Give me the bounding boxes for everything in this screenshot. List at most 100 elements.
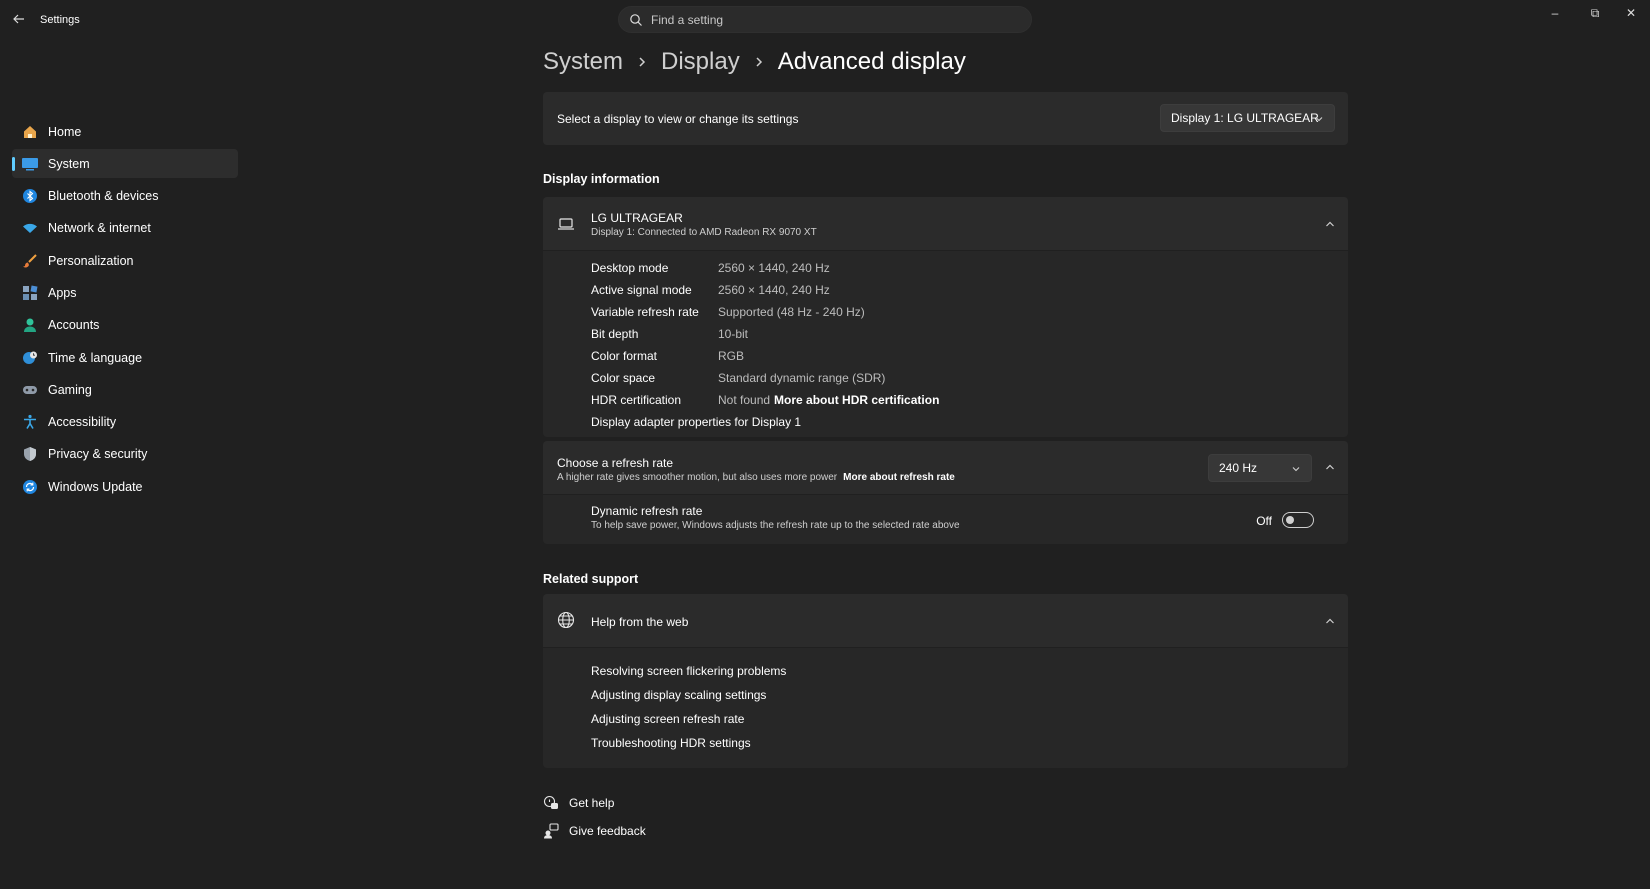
feedback-icon — [544, 823, 559, 839]
info-key: Variable refresh rate — [591, 305, 699, 319]
get-help-link[interactable]: Get help — [543, 795, 614, 811]
give-feedback-link[interactable]: Give feedback — [543, 823, 646, 839]
search-box[interactable] — [618, 6, 1032, 33]
dynamic-refresh-description: To help save power, Windows adjusts the … — [591, 520, 960, 531]
breadcrumb-system[interactable]: System — [543, 48, 623, 76]
info-key: Color space — [591, 371, 656, 385]
update-icon — [21, 478, 39, 496]
sidebar-item-label: Windows Update — [48, 479, 143, 494]
search-input[interactable] — [651, 11, 1021, 29]
help-link[interactable]: Adjusting display scaling settings — [591, 688, 766, 702]
adapter-properties-link[interactable]: Display adapter properties for Display 1 — [591, 415, 801, 429]
refresh-rate-description: A higher rate gives smoother motion, but… — [557, 472, 955, 483]
help-links: Resolving screen flickering problems Adj… — [543, 648, 1348, 768]
dynamic-refresh-row: Dynamic refresh rate To help save power,… — [543, 495, 1348, 544]
sidebar-item-label: Bluetooth & devices — [48, 189, 159, 204]
info-value: Not found — [718, 393, 771, 407]
monitor-connection: Display 1: Connected to AMD Radeon RX 90… — [591, 227, 817, 238]
info-key: Desktop mode — [591, 261, 669, 275]
sidebar-item-accessibility[interactable]: Accessibility — [12, 408, 238, 437]
back-button[interactable] — [10, 10, 28, 28]
refresh-rate-sub: A higher rate gives smoother motion, but… — [557, 472, 838, 483]
apps-icon — [21, 284, 39, 302]
brush-icon — [21, 252, 39, 270]
give-feedback-label: Give feedback — [569, 824, 646, 838]
person-icon — [21, 316, 39, 334]
info-value: 2560 × 1440, 240 Hz — [718, 261, 830, 275]
sidebar-item-label: Home — [48, 124, 82, 139]
breadcrumb-display[interactable]: Display — [661, 48, 740, 76]
laptop-icon — [558, 218, 574, 230]
dynamic-refresh-title: Dynamic refresh rate — [591, 504, 703, 518]
accessibility-icon — [21, 413, 39, 431]
refresh-rate-value: 240 Hz — [1219, 461, 1258, 475]
toggle-state-label: Off — [1256, 514, 1272, 528]
sidebar-item-personalization[interactable]: Personalization — [12, 246, 238, 275]
display-dropdown[interactable]: Display 1: LG ULTRAGEAR — [1160, 104, 1335, 132]
sidebar-item-network[interactable]: Network & internet — [12, 214, 238, 243]
chevron-up-icon[interactable] — [1324, 615, 1336, 627]
help-from-web-title: Help from the web — [591, 615, 689, 629]
info-key: Color format — [591, 349, 658, 363]
display-dropdown-value: Display 1: LG ULTRAGEAR — [1171, 111, 1319, 125]
sidebar-item-label: Accessibility — [48, 415, 117, 430]
chevron-down-icon — [1315, 117, 1323, 122]
display-info-card-header[interactable]: LG ULTRAGEAR Display 1: Connected to AMD… — [543, 197, 1348, 250]
refresh-rate-dropdown[interactable]: 240 Hz — [1208, 454, 1312, 482]
wifi-icon — [21, 219, 39, 237]
sidebar-item-gaming[interactable]: Gaming — [12, 375, 238, 404]
info-key: Bit depth — [591, 327, 639, 341]
info-value: 10-bit — [718, 327, 749, 341]
close-button[interactable]: ✕ — [1616, 4, 1646, 22]
display-select-label: Select a display to view or change its s… — [557, 112, 799, 126]
help-link[interactable]: Resolving screen flickering problems — [591, 664, 786, 678]
sidebar-item-label: Network & internet — [48, 221, 151, 236]
sidebar-item-system[interactable]: System — [12, 149, 238, 179]
dynamic-refresh-toggle[interactable] — [1282, 512, 1314, 528]
back-arrow-icon — [13, 14, 24, 24]
sidebar-item-label: System — [48, 156, 90, 171]
info-key: HDR certification — [591, 393, 682, 407]
info-value: RGB — [718, 349, 745, 363]
globe-icon — [557, 611, 575, 629]
sidebar-item-label: Apps — [48, 285, 77, 300]
info-row: Desktop mode 2560 × 1440, 240 Hz — [591, 261, 830, 275]
gamepad-icon — [21, 381, 39, 399]
app-title: Settings — [40, 14, 80, 26]
minimize-button[interactable]: – — [1540, 4, 1570, 22]
chevron-right-icon — [752, 55, 766, 69]
sidebar-item-label: Privacy & security — [48, 447, 148, 462]
info-row: Color space Standard dynamic range (SDR) — [591, 371, 885, 385]
title-bar: Settings – ⧉ ✕ — [0, 0, 1650, 40]
sidebar-item-windows-update[interactable]: Windows Update — [12, 472, 238, 501]
sidebar-nav: Home System Bluetooth & devices Network … — [12, 117, 238, 505]
sidebar-item-accounts[interactable]: Accounts — [12, 311, 238, 340]
sidebar-item-label: Time & language — [48, 350, 143, 365]
sidebar-item-home[interactable]: Home — [12, 117, 238, 146]
sidebar-item-label: Gaming — [48, 382, 92, 397]
chevron-up-icon[interactable] — [1324, 461, 1336, 473]
display-select-card: Select a display to view or change its s… — [543, 92, 1348, 145]
help-link[interactable]: Adjusting screen refresh rate — [591, 712, 744, 726]
sidebar-item-privacy[interactable]: Privacy & security — [12, 440, 238, 469]
info-value: Supported (48 Hz - 240 Hz) — [718, 305, 865, 319]
bluetooth-icon — [21, 187, 39, 205]
info-row: Variable refresh rate Supported (48 Hz -… — [591, 305, 865, 319]
sidebar-item-time-language[interactable]: Time & language — [12, 343, 238, 372]
shield-icon — [21, 445, 39, 463]
info-row: Color format RGB — [591, 349, 744, 363]
hdr-certification-link[interactable]: More about HDR certification — [774, 393, 939, 407]
chevron-down-icon — [1292, 467, 1300, 472]
info-row: Bit depth 10-bit — [591, 327, 748, 341]
globe-clock-icon — [21, 349, 39, 367]
related-support-heading: Related support — [543, 572, 639, 586]
refresh-rate-link[interactable]: More about refresh rate — [843, 472, 955, 483]
info-row: HDR certification Not found More about H… — [591, 393, 939, 407]
help-from-web-header[interactable]: Help from the web — [543, 594, 1348, 647]
restore-button[interactable]: ⧉ — [1580, 4, 1610, 22]
help-link[interactable]: Troubleshooting HDR settings — [591, 736, 751, 750]
monitor-name: LG ULTRAGEAR — [591, 211, 683, 225]
sidebar-item-apps[interactable]: Apps — [12, 278, 238, 307]
sidebar-item-bluetooth[interactable]: Bluetooth & devices — [12, 182, 238, 211]
chevron-up-icon[interactable] — [1324, 218, 1336, 230]
